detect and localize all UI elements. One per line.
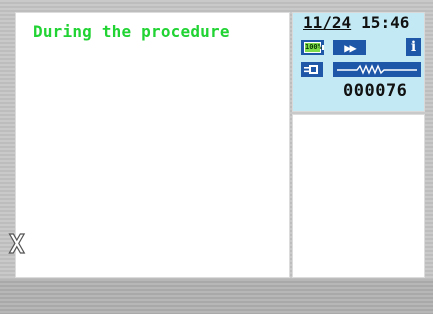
time: 15:46 <box>361 13 410 32</box>
date: 11/24 <box>303 13 352 32</box>
arc-wave-icon <box>333 62 421 77</box>
status-message: During the procedure <box>33 22 230 41</box>
bottom-bar <box>0 279 433 314</box>
side-view-panel <box>292 114 425 278</box>
datetime-display: 11/24 15:46 <box>303 13 409 32</box>
counter-display: 000076 <box>343 81 408 101</box>
battery-icon: 100% <box>301 40 324 55</box>
main-view-panel: During the procedure <box>15 12 290 278</box>
info-icon[interactable]: i <box>406 38 421 56</box>
info-panel: 11/24 15:46 100% ▶▶ i 000076 <box>292 12 425 112</box>
fast-forward-icon: ▶▶ <box>333 40 366 55</box>
battery-level: 100% <box>304 42 324 53</box>
power-plug-icon <box>301 62 323 77</box>
x-axis-label: X <box>8 229 25 260</box>
